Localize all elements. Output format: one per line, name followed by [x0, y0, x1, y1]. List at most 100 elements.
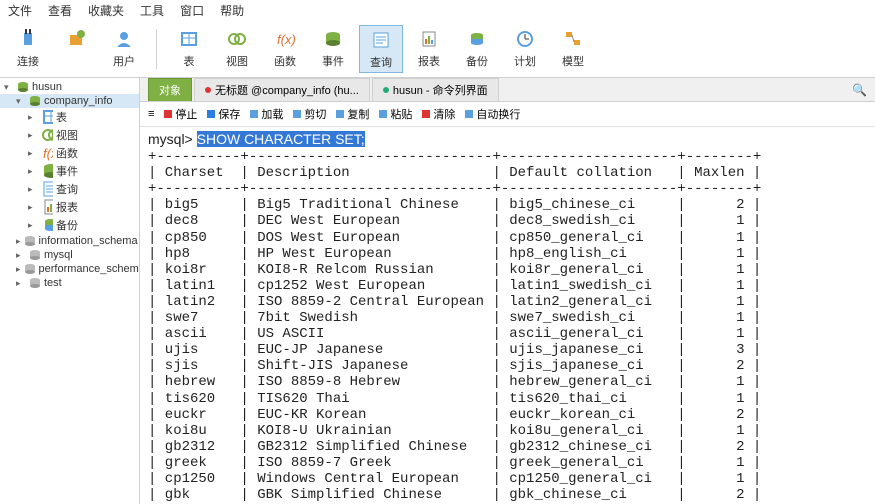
backup-icon [465, 27, 489, 51]
menu-帮助[interactable]: 帮助 [220, 2, 244, 19]
model-icon [561, 27, 585, 51]
tree-函数[interactable]: ▸f(x)函数 [0, 144, 139, 162]
menu-工具[interactable]: 工具 [140, 2, 164, 19]
db-off-icon [29, 249, 41, 261]
fx-icon: f(x) [273, 27, 297, 51]
btn-保存[interactable]: 保存 [207, 106, 240, 122]
menu-窗口[interactable]: 窗口 [180, 2, 204, 19]
expand-icon[interactable]: ▸ [16, 250, 26, 261]
tree-事件[interactable]: ▸事件 [0, 162, 139, 180]
expand-icon[interactable]: ▸ [28, 148, 38, 159]
btn-剪切[interactable]: 剪切 [293, 106, 326, 122]
status-dot-icon [205, 87, 211, 93]
expand-icon[interactable]: ▸ [28, 130, 38, 141]
expand-icon[interactable]: ▸ [28, 220, 38, 231]
menu-查看[interactable]: 查看 [48, 2, 72, 19]
event-icon [41, 165, 53, 177]
expand-icon[interactable]: ▸ [16, 278, 26, 289]
view-icon [41, 129, 53, 141]
btn-清除[interactable]: 清除 [422, 106, 455, 122]
event-icon [321, 27, 345, 51]
tool-newconn[interactable] [54, 25, 98, 73]
menu-收藏夹[interactable]: 收藏夹 [88, 2, 124, 19]
sql-command: SHOW CHARACTER SET; [197, 131, 365, 147]
svg-text:f(x): f(x) [43, 146, 53, 161]
plug-icon [16, 27, 40, 51]
square-icon [207, 110, 215, 118]
tool-table[interactable]: 表 [167, 25, 211, 73]
tree-备份[interactable]: ▸备份 [0, 216, 139, 234]
tab-无标题 @company_info (hu...[interactable]: 无标题 @company_info (hu... [194, 78, 370, 101]
menu-文件[interactable]: 文件 [8, 2, 32, 19]
expand-icon[interactable]: ▾ [4, 82, 14, 93]
expand-icon[interactable]: ▸ [28, 112, 38, 123]
svg-text:f(x): f(x) [277, 32, 295, 47]
report-icon [41, 201, 53, 213]
user-icon [112, 27, 136, 51]
tree-performance_schema[interactable]: ▸performance_schema [0, 262, 139, 276]
report-icon [417, 27, 441, 51]
search-icon[interactable]: 🔍 [852, 83, 867, 97]
db-on-icon [17, 81, 29, 93]
square-icon [336, 110, 344, 118]
tab-husun - 命令列界面[interactable]: husun - 命令列界面 [372, 78, 499, 101]
view-icon [225, 27, 249, 51]
tool-query[interactable]: 查询 [359, 25, 403, 73]
tree-mysql[interactable]: ▸mysql [0, 248, 139, 262]
tree-查询[interactable]: ▸查询 [0, 180, 139, 198]
status-dot-icon [383, 87, 389, 93]
btn-粘贴[interactable]: 粘贴 [379, 106, 412, 122]
newconn-icon [64, 27, 88, 51]
schedule-icon [513, 27, 537, 51]
tree-information_schema[interactable]: ▸information_schema [0, 234, 139, 248]
expand-icon[interactable]: ▸ [16, 236, 21, 247]
menubar: 文件查看收藏夹工具窗口帮助 [0, 0, 875, 21]
square-icon [379, 110, 387, 118]
expand-icon[interactable]: ▸ [16, 264, 21, 275]
query-icon [41, 183, 53, 195]
square-icon [465, 110, 473, 118]
tree-报表[interactable]: ▸报表 [0, 198, 139, 216]
main-toolbar: 连接 用户表视图f(x)函数事件查询报表备份计划模型 [0, 21, 875, 78]
tool-schedule[interactable]: 计划 [503, 25, 547, 73]
db-off-icon [29, 277, 41, 289]
editor-tabs: 对象无标题 @company_info (hu...husun - 命令列界面 🔍 [140, 78, 875, 102]
expand-icon[interactable]: ▸ [28, 202, 38, 213]
tool-plug[interactable]: 连接 [6, 25, 50, 73]
tree-表[interactable]: ▸表 [0, 108, 139, 126]
btn-自动换行[interactable]: 自动换行 [465, 106, 520, 122]
table-icon [177, 27, 201, 51]
tool-event[interactable]: 事件 [311, 25, 355, 73]
prompt: mysql> [148, 131, 197, 147]
btn-加载[interactable]: 加载 [250, 106, 283, 122]
backup-icon [41, 219, 53, 231]
db-tree: ▾husun▾company_info▸表▸视图▸f(x)函数▸事件▸查询▸报表… [0, 78, 140, 504]
tool-model[interactable]: 模型 [551, 25, 595, 73]
table-icon [41, 111, 53, 123]
expand-icon[interactable]: ▸ [28, 184, 38, 195]
tool-fx[interactable]: f(x)函数 [263, 25, 307, 73]
tree-视图[interactable]: ▸视图 [0, 126, 139, 144]
tool-view[interactable]: 视图 [215, 25, 259, 73]
expand-icon[interactable]: ▸ [28, 166, 38, 177]
square-icon [293, 110, 301, 118]
db-off-icon [24, 263, 36, 275]
square-icon [250, 110, 258, 118]
tree-test[interactable]: ▸test [0, 276, 139, 290]
tool-user[interactable]: 用户 [102, 25, 146, 73]
btn-停止[interactable]: 停止 [164, 106, 197, 122]
tree-husun[interactable]: ▾husun [0, 80, 139, 94]
square-icon [164, 110, 172, 118]
tool-report[interactable]: 报表 [407, 25, 451, 73]
tree-company_info[interactable]: ▾company_info [0, 94, 139, 108]
tab-对象[interactable]: 对象 [148, 78, 192, 101]
sql-console[interactable]: mysql> SHOW CHARACTER SET; +----------+-… [140, 127, 875, 504]
menu-icon[interactable]: ≡ [148, 108, 154, 120]
query-icon [369, 28, 393, 52]
btn-复制[interactable]: 复制 [336, 106, 369, 122]
square-icon [422, 110, 430, 118]
expand-icon[interactable]: ▾ [16, 96, 26, 107]
db-off-icon [24, 235, 36, 247]
sub-toolbar: ≡ 停止保存加载剪切复制粘贴清除自动换行 [140, 102, 875, 127]
tool-backup[interactable]: 备份 [455, 25, 499, 73]
